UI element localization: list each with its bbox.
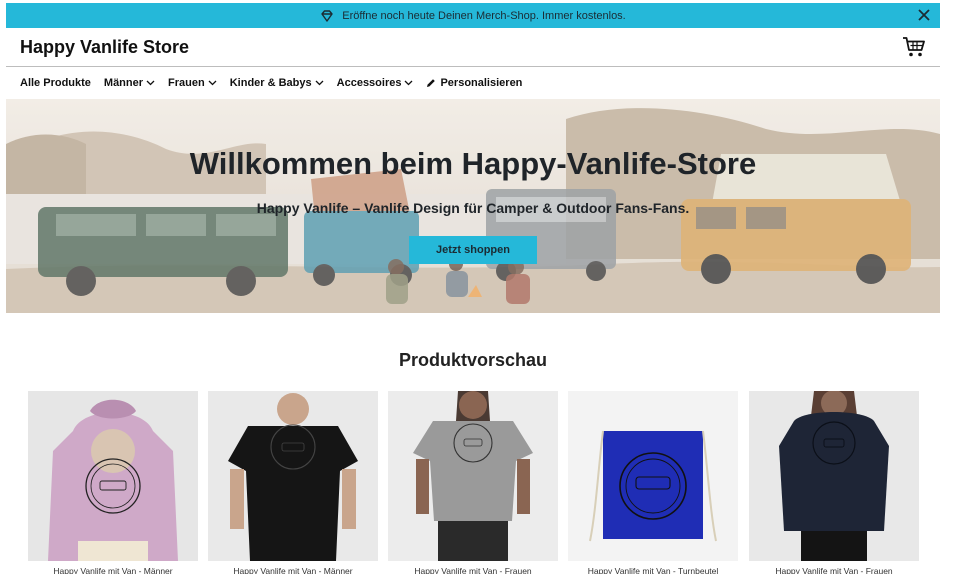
chevron-down-icon <box>315 80 324 86</box>
product-image[interactable] <box>749 391 919 561</box>
hero-subtitle: Happy Vanlife – Vanlife Design für Campe… <box>256 200 690 216</box>
product-name[interactable]: Happy Vanlife mit Van - Männer <box>28 566 198 574</box>
promo-banner: Eröffne noch heute Deinen Merch-Shop. Im… <box>6 3 940 28</box>
store-name[interactable]: Happy Vanlife Store <box>20 37 189 58</box>
chevron-down-icon <box>208 80 217 86</box>
cart-icon[interactable] <box>902 36 926 58</box>
product-card[interactable]: Happy Vanlife mit Van - Frauen <box>388 391 558 574</box>
nav-item-label: Kinder & Babys <box>229 77 312 89</box>
product-card[interactable]: Happy Vanlife mit Van - Frauen <box>749 391 919 574</box>
hero-banner: Willkommen beim Happy-Vanlife-Store Happ… <box>6 99 940 313</box>
nav-item-personalisieren[interactable]: Personalisieren <box>426 77 522 89</box>
main-nav: Alle Produkte Männer Frauen Kinder & Bab… <box>20 74 535 92</box>
product-card[interactable]: Happy Vanlife mit Van - Turnbeutel <box>568 391 738 574</box>
product-name[interactable]: Happy Vanlife mit Van - Frauen <box>388 566 558 574</box>
product-name[interactable]: Happy Vanlife mit Van - Frauen <box>749 566 919 574</box>
nav-item-label: Personalisieren <box>440 77 523 89</box>
close-icon[interactable] <box>916 7 932 23</box>
chevron-down-icon <box>405 80 413 86</box>
product-image[interactable] <box>208 391 378 561</box>
shop-now-button[interactable]: Jetzt shoppen <box>409 236 537 264</box>
nav-item-frauen[interactable]: Frauen <box>168 77 217 89</box>
product-name[interactable]: Happy Vanlife mit Van - Turnbeutel <box>568 566 738 574</box>
hero-title: Willkommen beim Happy-Vanlife-Store <box>189 146 757 181</box>
product-image[interactable] <box>568 391 738 561</box>
pencil-icon <box>427 79 436 87</box>
site-header: Happy Vanlife Store <box>6 28 940 67</box>
product-card[interactable]: Happy Vanlife mit Van - Männer <box>28 391 198 574</box>
nav-item-label: Alle Produkte <box>20 77 91 89</box>
nav-item-kinder-babys[interactable]: Kinder & Babys <box>230 77 324 89</box>
nav-item-alle-produkte[interactable]: Alle Produkte <box>20 77 91 89</box>
product-name[interactable]: Happy Vanlife mit Van - Männer <box>208 566 378 574</box>
product-card[interactable]: Happy Vanlife mit Van - Männer <box>208 391 378 574</box>
diamond-icon <box>321 9 333 22</box>
promo-text: Eröffne noch heute Deinen Merch-Shop. Im… <box>342 9 626 22</box>
product-image[interactable] <box>388 391 558 561</box>
product-grid: Happy Vanlife mit Van - Männer Happy Van… <box>28 391 928 574</box>
chevron-down-icon <box>146 80 155 86</box>
section-title: Produktvorschau <box>398 350 548 370</box>
nav-item-maenner[interactable]: Männer <box>104 77 155 89</box>
product-image[interactable] <box>28 391 198 561</box>
nav-item-label: Männer <box>103 77 144 89</box>
nav-item-label: Accessoires <box>336 77 402 89</box>
nav-item-label: Frauen <box>168 77 205 89</box>
nav-item-accessoires[interactable]: Accessoires <box>337 77 414 89</box>
